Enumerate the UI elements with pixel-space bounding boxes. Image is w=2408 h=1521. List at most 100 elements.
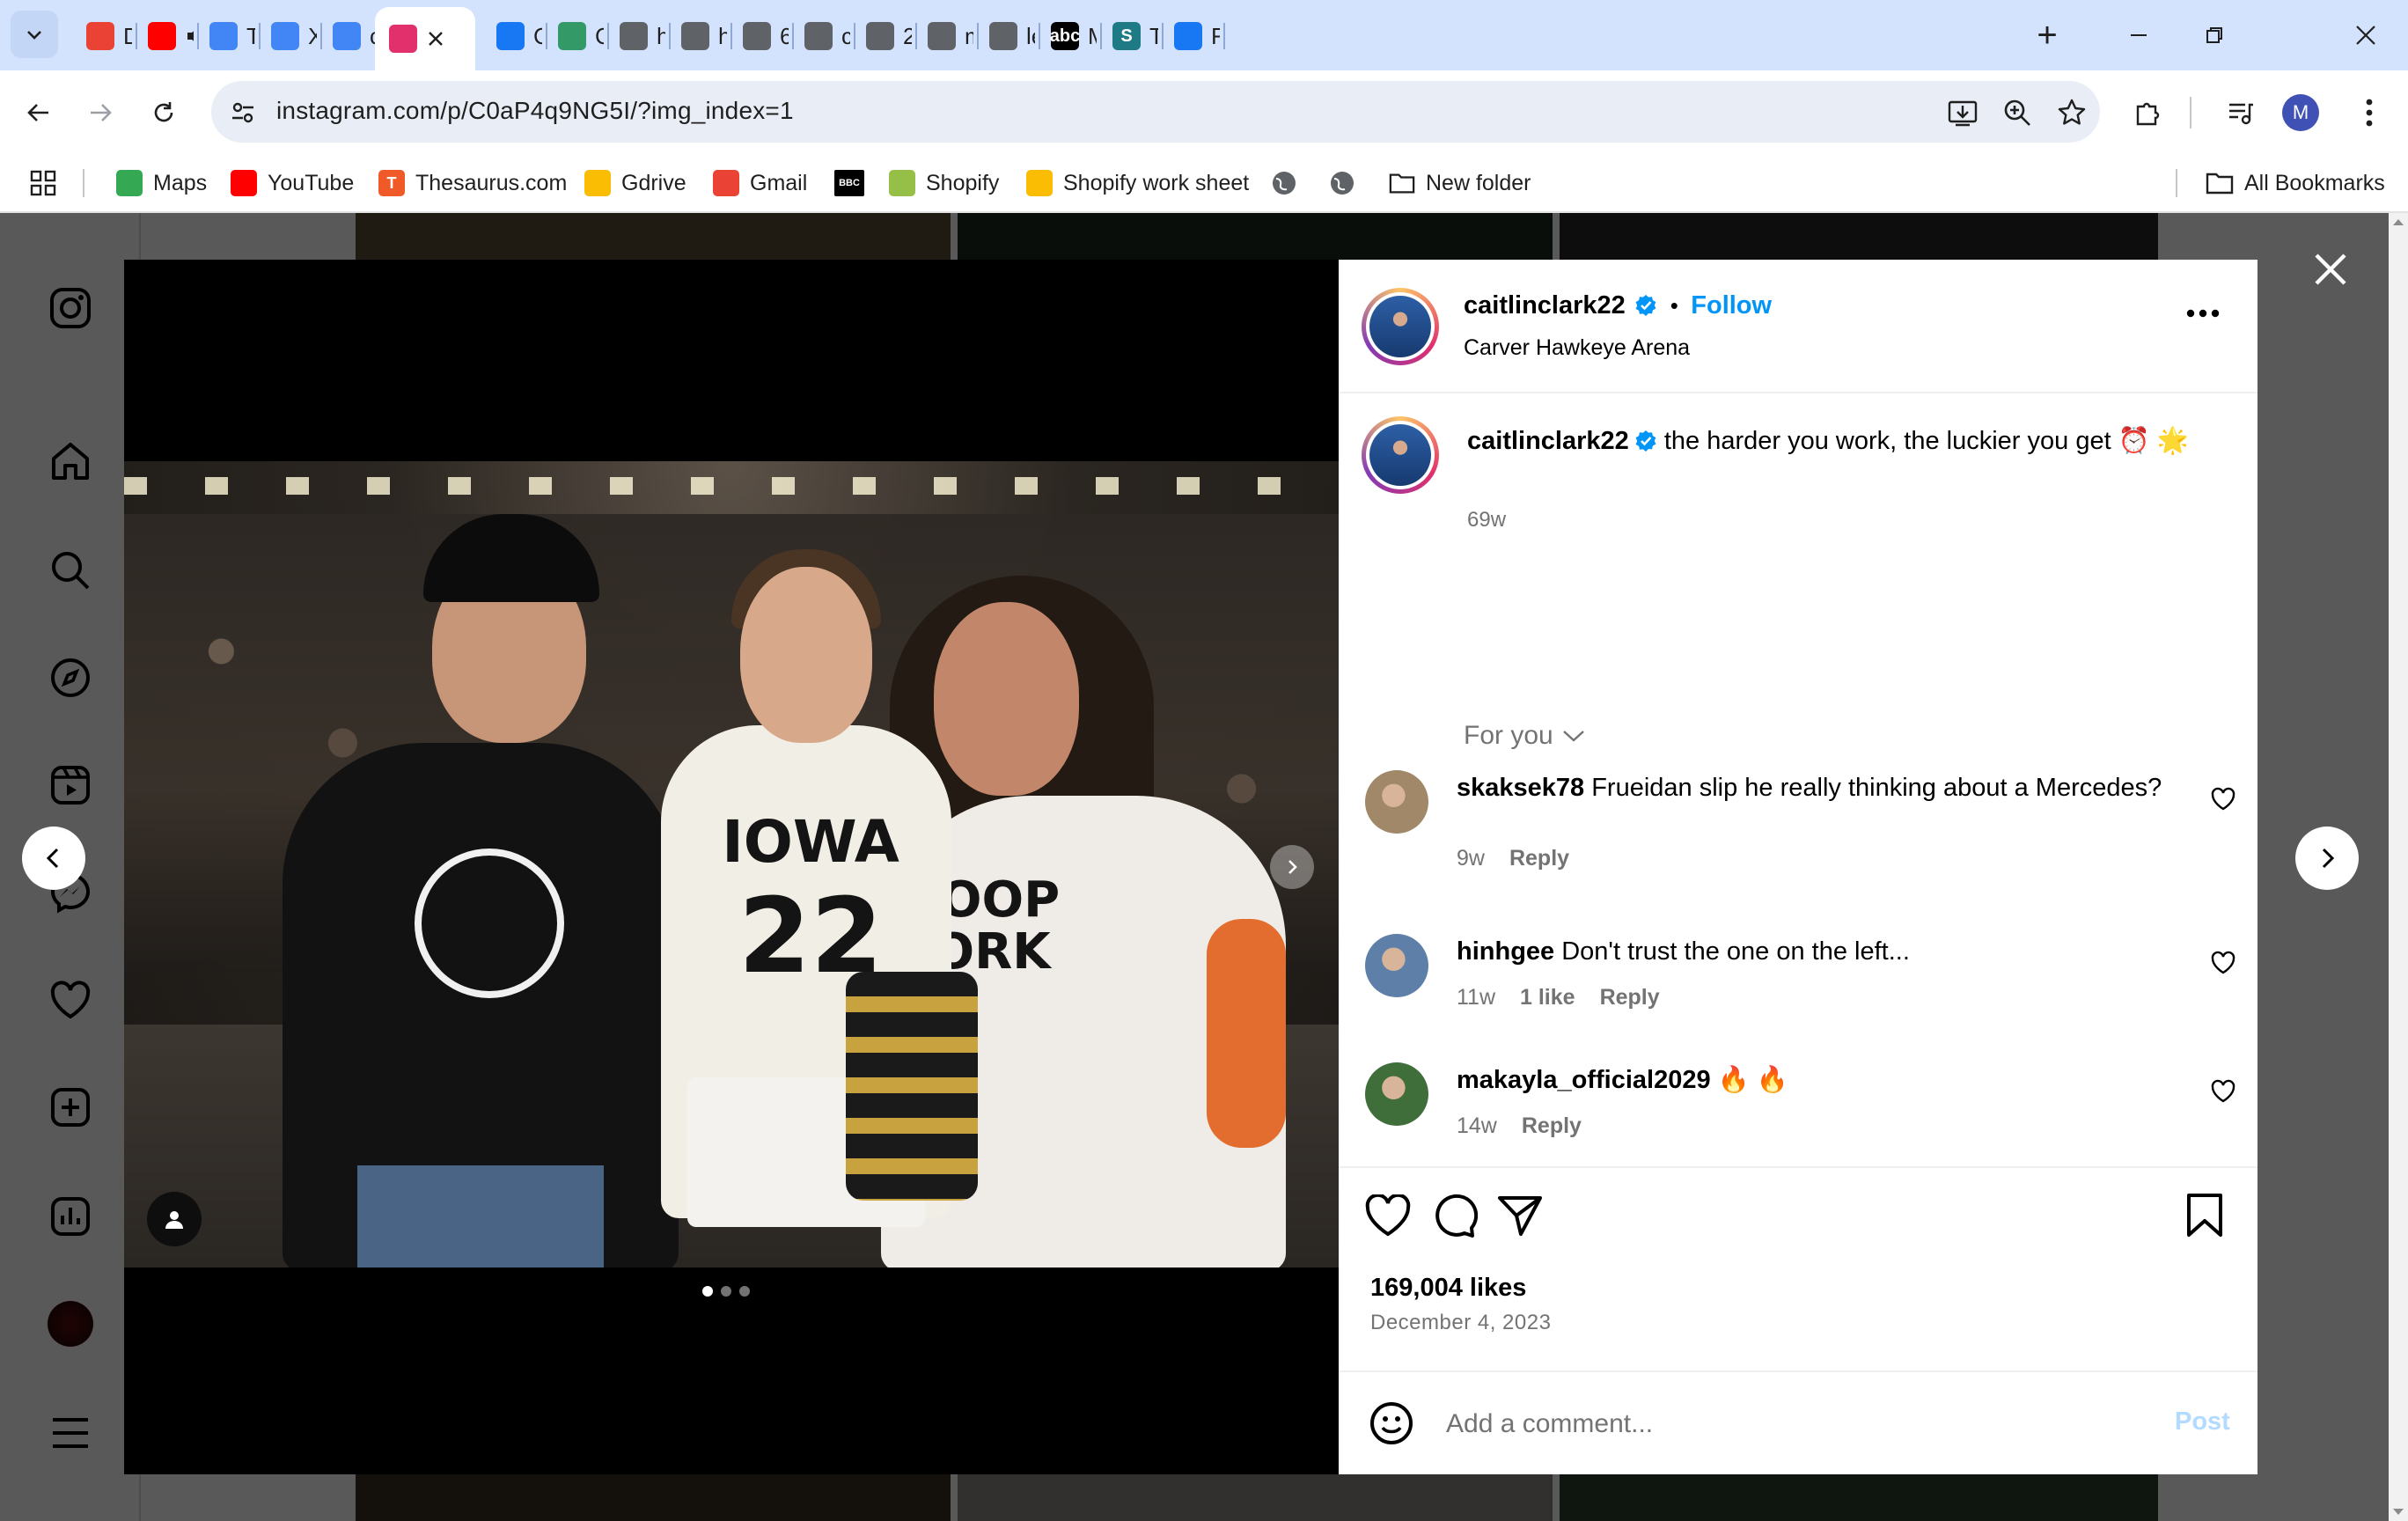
- extensions-button[interactable]: [2123, 88, 2172, 137]
- back-button[interactable]: [14, 88, 63, 137]
- browser-tab[interactable]: TW: [195, 9, 255, 63]
- browser-tab[interactable]: hq: [606, 9, 665, 63]
- author-line: caitlinclark22 • Follow: [1464, 291, 1772, 320]
- browser-tab[interactable]: X (: [257, 9, 317, 63]
- comment-body: hinhgee Don't trust the one on the left.…: [1457, 934, 2178, 969]
- next-post-button[interactable]: [2295, 827, 2359, 890]
- bookmark-item[interactable]: T Thesaurus.com: [378, 165, 567, 201]
- new-tab-button[interactable]: +: [2012, 9, 2082, 62]
- browser-menu-button[interactable]: [2345, 88, 2394, 137]
- browser-tab[interactable]: 25: [852, 9, 912, 63]
- caption-username[interactable]: caitlinclark22: [1467, 427, 1629, 455]
- browser-tab[interactable]: cai: [319, 9, 378, 63]
- comment-row: skaksek78 Frueidan slip he really thinki…: [1365, 770, 2236, 893]
- reply-button[interactable]: Reply: [1600, 985, 1660, 1010]
- browser-tab[interactable]: [375, 7, 475, 70]
- all-bookmarks-button[interactable]: All Bookmarks: [2206, 165, 2385, 201]
- bookmark-item[interactable]: YouTube: [231, 165, 354, 201]
- reply-button[interactable]: Reply: [1522, 1113, 1582, 1139]
- folder-icon: [1389, 170, 1415, 196]
- profile-button[interactable]: M: [2276, 88, 2325, 137]
- scroll-down-icon[interactable]: [2389, 1503, 2408, 1521]
- commenter-username[interactable]: skaksek78: [1457, 774, 1584, 802]
- restore-button[interactable]: [2179, 9, 2250, 62]
- chevron-right-icon: [1288, 860, 1297, 874]
- browser-tab[interactable]: lev: [975, 9, 1035, 63]
- zoom-icon[interactable]: [1998, 93, 2037, 132]
- browser-tab[interactable]: Fac: [1160, 9, 1220, 63]
- bookmark-item[interactable]: BBC: [834, 165, 864, 201]
- caption-author-avatar[interactable]: [1362, 416, 1439, 494]
- commenter-avatar[interactable]: [1365, 770, 1428, 834]
- follow-button[interactable]: Follow: [1691, 291, 1772, 320]
- bookmark-star-icon[interactable]: [2052, 93, 2091, 132]
- likes-count[interactable]: 169,004 likes: [1370, 1274, 1526, 1303]
- reload-button[interactable]: [139, 88, 188, 137]
- browser-tab[interactable]: hq: [667, 9, 727, 63]
- previous-post-button[interactable]: [22, 827, 85, 890]
- bookmark-item[interactable]: Shopify: [889, 165, 999, 201]
- emoji-picker-button[interactable]: [1367, 1399, 1416, 1448]
- apps-button[interactable]: [30, 165, 56, 201]
- commenter-avatar[interactable]: [1365, 1062, 1428, 1126]
- author-username[interactable]: caitlinclark22: [1464, 291, 1626, 320]
- browser-tab[interactable]: cla: [790, 9, 850, 63]
- comment-likes[interactable]: 1 like: [1520, 985, 1575, 1010]
- tab-search-button[interactable]: [11, 11, 58, 58]
- commenter-avatar[interactable]: [1365, 934, 1428, 997]
- commenter-username[interactable]: hinhgee: [1457, 937, 1554, 966]
- comment-button[interactable]: [1428, 1189, 1481, 1242]
- bookmark-item[interactable]: Shopify work sheet: [1026, 165, 1249, 201]
- forward-button[interactable]: [76, 88, 125, 137]
- site-settings-icon[interactable]: [224, 93, 262, 132]
- address-bar[interactable]: instagram.com/p/C0aP4q9NG5I/?img_index=1: [211, 81, 2100, 143]
- browser-tab[interactable]: 6f(: [729, 9, 789, 63]
- commenter-username[interactable]: makayla_official2029: [1457, 1066, 1711, 1094]
- bookmark-item[interactable]: New folder: [1389, 165, 1531, 201]
- like-button[interactable]: [1362, 1189, 1414, 1242]
- minimize-button[interactable]: [2103, 9, 2174, 62]
- browser-tab[interactable]: [134, 9, 194, 63]
- close-modal-button[interactable]: [2304, 243, 2357, 296]
- post-options-button[interactable]: [2185, 307, 2221, 323]
- browser-tab[interactable]: Do: [72, 9, 132, 63]
- bookmark-item[interactable]: [1329, 165, 1355, 201]
- post-comment-button[interactable]: Post: [2175, 1407, 2230, 1436]
- page-scrollbar[interactable]: [2389, 213, 2408, 1521]
- comment-age: 11w: [1457, 985, 1496, 1010]
- bookmark-item[interactable]: Maps: [116, 165, 207, 201]
- share-button[interactable]: [1494, 1189, 1546, 1242]
- close-tab-icon[interactable]: [426, 29, 445, 48]
- save-button[interactable]: [2178, 1189, 2231, 1242]
- browser-tab[interactable]: mi: [914, 9, 973, 63]
- comment-like-heart-icon[interactable]: [2210, 1078, 2236, 1105]
- close-window-button[interactable]: [2331, 9, 2401, 62]
- next-image-button[interactable]: [1270, 845, 1314, 889]
- browser-tab[interactable]: abc Ma: [1037, 9, 1097, 63]
- comments-section[interactable]: caitlinclark22 the harder you work, the …: [1339, 393, 2258, 1168]
- bookmark-item[interactable]: Gdrive: [584, 165, 686, 201]
- photo-jeans: [357, 1165, 604, 1268]
- post-location[interactable]: Carver Hawkeye Arena: [1464, 335, 1690, 361]
- author-avatar[interactable]: [1362, 288, 1439, 365]
- post-photo[interactable]: HOOP YORK IOWA 22: [124, 461, 1339, 1268]
- reply-button[interactable]: Reply: [1509, 846, 1569, 871]
- comment-sort-dropdown[interactable]: For you: [1464, 721, 1585, 751]
- browser-tab[interactable]: Ca: [482, 9, 542, 63]
- tagged-people-button[interactable]: [147, 1192, 202, 1246]
- comment-like-heart-icon[interactable]: [2210, 786, 2236, 812]
- comment-like-heart-icon[interactable]: [2210, 950, 2236, 976]
- bookmark-item[interactable]: [1271, 165, 1297, 201]
- comment-input[interactable]: [1446, 1404, 2133, 1444]
- browser-tab[interactable]: Ca: [544, 9, 604, 63]
- bookmarks-bar: Maps YouTube T Thesaurus.com Gdrive Gmail BBC S…: [0, 153, 2408, 213]
- url-text[interactable]: instagram.com/p/C0aP4q9NG5I/?img_index=1: [276, 97, 794, 125]
- install-app-icon[interactable]: [1943, 93, 1982, 132]
- media-controls-button[interactable]: [2216, 88, 2265, 137]
- scroll-up-icon[interactable]: [2389, 213, 2408, 231]
- audio-playing-icon[interactable]: [185, 25, 194, 48]
- browser-tab[interactable]: S Te: [1098, 9, 1158, 63]
- bookmark-item[interactable]: Gmail: [713, 165, 807, 201]
- close-icon: [2315, 254, 2346, 285]
- post-media[interactable]: HOOP YORK IOWA 22: [124, 260, 1339, 1474]
